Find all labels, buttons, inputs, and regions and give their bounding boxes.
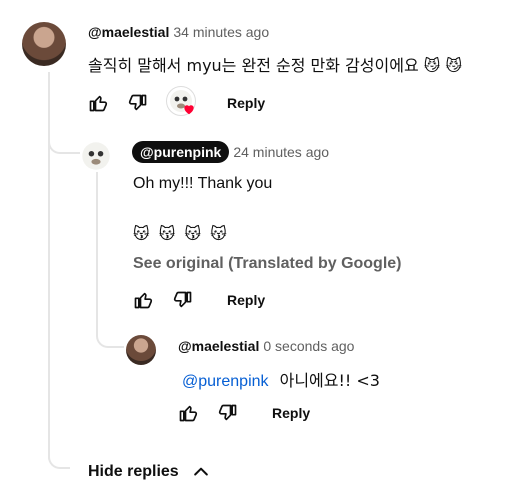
thumbs-up-icon xyxy=(179,405,198,422)
thumbs-down-icon xyxy=(173,291,192,308)
reply-emojis: 😽 😽 😽 😽 xyxy=(133,224,229,243)
thread-line-reply1 xyxy=(96,172,98,322)
hide-replies-button[interactable]: Hide replies xyxy=(88,462,211,482)
reply-text: 아니에요!! <3 xyxy=(279,371,380,390)
reply-button[interactable]: Reply xyxy=(227,292,265,308)
see-original-link[interactable]: See original (Translated by Google) xyxy=(133,255,402,273)
like-button[interactable] xyxy=(86,91,110,115)
timestamp[interactable]: 34 minutes ago xyxy=(173,24,269,40)
dislike-button[interactable] xyxy=(126,91,150,115)
chevron-up-icon xyxy=(193,467,208,476)
like-button[interactable] xyxy=(131,288,155,312)
dislike-button[interactable] xyxy=(171,288,195,312)
mention-link[interactable]: @purenpink xyxy=(182,373,269,390)
avatar[interactable] xyxy=(80,140,112,172)
reply-button[interactable]: Reply xyxy=(227,95,265,111)
thumbs-up-icon xyxy=(134,292,153,309)
author-name[interactable]: @maelestial xyxy=(178,338,259,354)
reply-header: @purenpink 24 minutes ago xyxy=(132,141,329,163)
thread-curve-reply2 xyxy=(96,320,124,348)
like-button[interactable] xyxy=(176,401,200,425)
avatar[interactable] xyxy=(126,335,156,365)
avatar[interactable] xyxy=(22,22,66,66)
reply-text-row: @purenpink 아니에요!! <3 xyxy=(182,367,380,391)
comment-header: @maelestial 34 minutes ago xyxy=(88,24,269,40)
timestamp[interactable]: 24 minutes ago xyxy=(233,144,329,160)
author-name[interactable]: @purenpink xyxy=(132,141,230,163)
thread-curve-bottom xyxy=(48,445,70,469)
creator-heart-badge xyxy=(166,86,196,116)
dislike-button[interactable] xyxy=(216,401,240,425)
thread-curve-reply1 xyxy=(48,130,80,154)
thumbs-up-icon xyxy=(89,95,108,112)
hide-replies-label: Hide replies xyxy=(88,463,179,480)
thumbs-down-icon xyxy=(128,94,147,111)
reply-header: @maelestial 0 seconds ago xyxy=(178,338,354,354)
thumbs-down-icon xyxy=(218,404,237,421)
heart-icon xyxy=(184,105,194,115)
timestamp[interactable]: 0 seconds ago xyxy=(263,338,354,354)
author-name[interactable]: @maelestial xyxy=(88,24,169,40)
reply-text: Oh my!!! Thank you xyxy=(133,175,273,192)
comment-text: 솔직히 말해서 myu는 완전 순정 만화 감성이에요 😼 😼 xyxy=(88,56,463,75)
reply-button[interactable]: Reply xyxy=(272,405,310,421)
